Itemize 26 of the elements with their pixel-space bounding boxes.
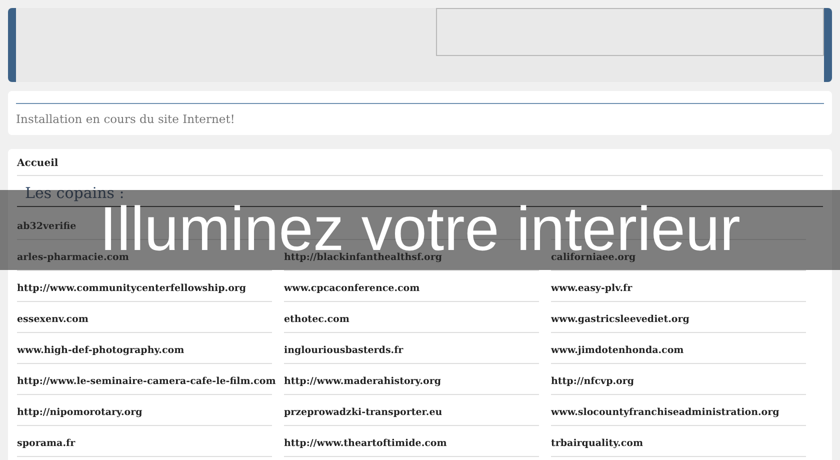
friend-link[interactable]: www.jimdotenhonda.com <box>551 345 684 356</box>
search-field[interactable] <box>436 8 824 56</box>
friend-link[interactable]: arles-pharmacie.com <box>17 252 129 263</box>
friend-link[interactable]: http://nipomorotary.org <box>17 407 142 418</box>
friend-link[interactable]: ethotec.com <box>284 314 350 325</box>
friend-link[interactable]: trbairquality.com <box>551 438 644 449</box>
friend-link[interactable]: http://www.theartoftimide.com <box>284 438 447 449</box>
friend-link[interactable]: http://www.communitycenterfellowship.org <box>17 283 246 294</box>
friend-link[interactable]: przeprowadzki-transporter.eu <box>284 407 442 418</box>
friend-link[interactable]: www.gastricsleevediet.org <box>551 314 690 325</box>
friend-link[interactable]: inglouriousbasterds.fr <box>284 345 404 356</box>
friend-link[interactable]: californiaee.org <box>551 252 636 263</box>
friend-link[interactable]: essexenv.com <box>17 314 88 325</box>
friend-link[interactable]: http://www.le-seminaire-camera-cafe-le-film.com <box>17 376 276 387</box>
menu-link[interactable]: Accueil <box>17 155 823 176</box>
friend-link[interactable]: ab32verifie <box>17 221 76 232</box>
friend-link[interactable]: www.easy-plv.fr <box>551 283 632 294</box>
friend-link[interactable]: http://www.maderahistory.org <box>284 376 442 387</box>
friend-link[interactable]: http://blackinfanthealthsf.org <box>284 252 442 263</box>
friend-link[interactable]: www.slocountyfranchiseadministration.org <box>551 407 780 418</box>
friend-link[interactable]: http://nfcvp.org <box>551 376 634 387</box>
friend-link[interactable]: www.high-def-photography.com <box>17 345 184 356</box>
friend-link[interactable]: www.cpcaconference.com <box>284 283 420 294</box>
caption-text: Illuminez votre interieur <box>100 207 740 253</box>
friend-link[interactable]: sporama.fr <box>17 438 76 449</box>
notice-text: Installation en cours du site Internet! <box>16 112 236 126</box>
